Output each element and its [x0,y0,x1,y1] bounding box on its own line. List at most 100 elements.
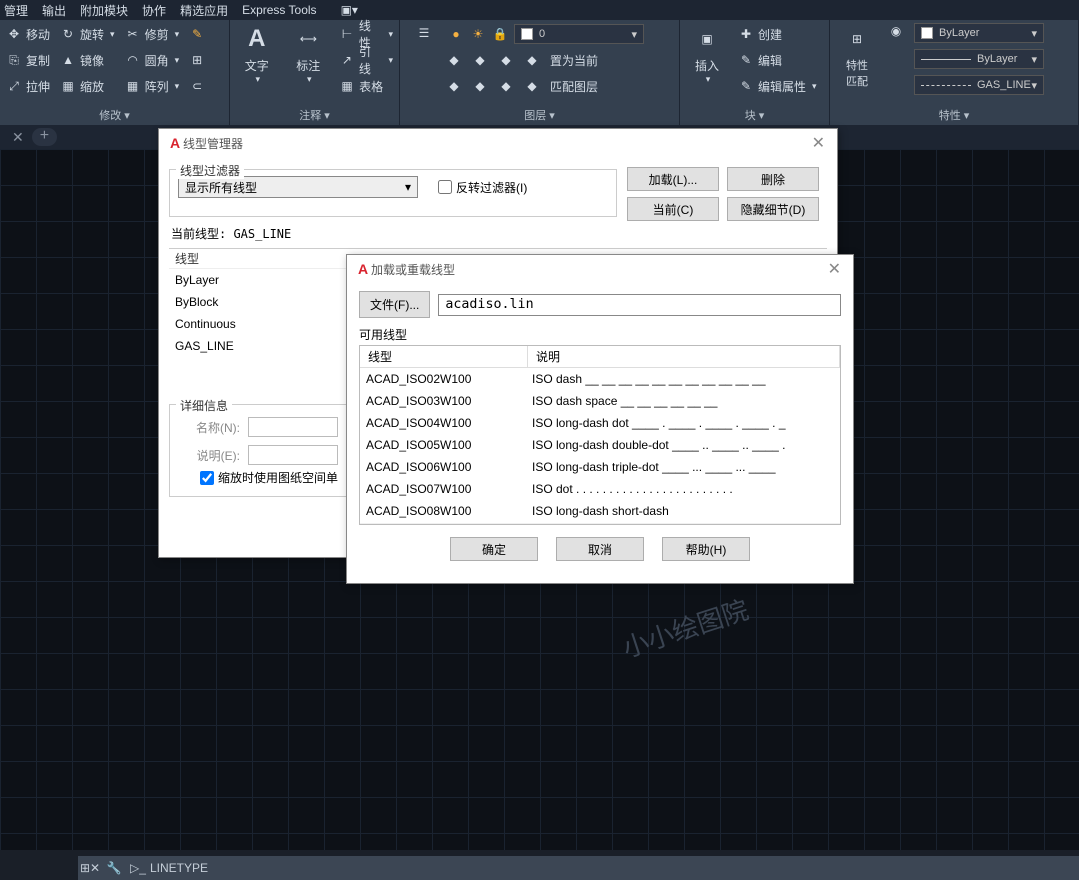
layer-tool-icon[interactable]: ◆ [446,78,462,94]
layer-on-icon[interactable]: ● [448,26,464,42]
layer-tool-icon[interactable]: ◆ [498,78,514,94]
make-current-button[interactable]: 置为当前 [550,52,598,69]
array-button[interactable]: ▦阵列▾ [125,75,180,97]
trim-button[interactable]: ✂修剪▾ [125,23,180,45]
table-row[interactable]: ACAD_ISO05W100ISO long-dash double-dot _… [360,434,840,456]
close-icon[interactable]: ✕ [808,133,829,153]
copy-button[interactable]: ⎘复制 [6,49,50,71]
name-label: 名称(N): [180,419,240,436]
match-layer-button[interactable]: 匹配图层 [550,78,598,95]
layer-tool-icon[interactable]: ◆ [524,52,540,68]
menu-item[interactable]: 附加模块 [80,2,128,19]
dimension-button[interactable]: ⟷ 标注▾ [288,23,330,85]
panel-title-block[interactable]: 块 ▾ [686,105,823,125]
insert-button[interactable]: ▣ 插入▾ [686,23,728,85]
table-row[interactable]: ACAD_ISO02W100ISO dash __ __ __ __ __ __… [360,368,840,390]
props-icon[interactable]: ◉ [888,23,904,39]
mirror-button[interactable]: ▲镜像 [60,49,115,71]
fillet-button[interactable]: ◠圆角▾ [125,49,180,71]
panel-title-modify[interactable]: 修改 ▾ [6,105,223,125]
load-linetype-dialog: A 加载或重载线型 ✕ 文件(F)... 可用线型 线型 说明 ACAD_ISO… [346,254,854,584]
leader-button[interactable]: ↗引线▾ [339,49,393,71]
menu-item[interactable]: 输出 [42,2,66,19]
menu-expand-icon[interactable]: ▣▾ [341,3,358,17]
app-logo-icon: A [355,261,371,277]
panel-title-props[interactable]: 特性 ▾ [836,105,1072,125]
stretch-button[interactable]: ⤢拉伸 [6,75,50,97]
scale-button[interactable]: ▦缩放 [60,75,115,97]
text-button[interactable]: A 文字▾ [236,23,278,85]
menu-item[interactable]: 管理 [4,2,28,19]
table-row[interactable]: ACAD_ISO06W100ISO long-dash triple-dot _… [360,456,840,478]
menu-item[interactable]: Express Tools [242,3,316,17]
menu-bar: 管理 输出 附加模块 协作 精选应用 Express Tools ▣▾ [0,0,1079,20]
offset-icon[interactable]: ⊂ [189,75,205,97]
available-label: 可用线型 [347,326,853,343]
table-row[interactable]: ACAD_ISO07W100ISO dot . . . . . . . . . … [360,478,840,500]
current-linetype-label: 当前线型: GAS_LINE [159,221,837,246]
load-button[interactable]: 加载(L)... [627,167,719,191]
linear-dim-button[interactable]: ⊢线性▾ [339,23,393,45]
cmd-close-icon[interactable]: ⊞✕ [78,861,102,875]
dialog-titlebar[interactable]: A 加载或重载线型 ✕ [347,255,853,283]
zoom-checkbox[interactable]: 缩放时使用图纸空间单 [200,469,338,486]
file-field[interactable] [438,294,841,316]
layer-tool-icon[interactable]: ◆ [446,52,462,68]
name-field[interactable] [248,417,338,437]
dialog-titlebar[interactable]: A 线型管理器 ✕ [159,129,837,157]
table-body[interactable]: ACAD_ISO02W100ISO dash __ __ __ __ __ __… [360,368,840,523]
invert-filter-checkbox[interactable]: 反转过滤器(I) [438,179,527,196]
hide-details-button[interactable]: 隐藏细节(D) [727,197,819,221]
table-row[interactable]: ACAD_ISO04W100ISO long-dash dot ____ . _… [360,412,840,434]
erase-icon[interactable]: ✎ [189,23,205,45]
layer-props-button[interactable]: ☰ [406,17,442,51]
close-tab-icon[interactable]: ✕ [4,129,32,146]
cmd-customize-icon[interactable]: 🔧 [102,861,126,875]
close-icon[interactable]: ✕ [824,259,845,279]
command-input[interactable] [150,861,1079,875]
menu-item[interactable]: 协作 [142,2,166,19]
horizontal-scrollbar[interactable]: ◀▶ [360,523,840,525]
table-row[interactable]: ACAD_ISO08W100ISO long-dash short-dash [360,500,840,522]
details-group-label: 详细信息 [176,397,232,414]
color-combo[interactable]: ByLayer▾ [914,23,1044,43]
current-button[interactable]: 当前(C) [627,197,719,221]
layer-tool-icon[interactable]: ◆ [498,52,514,68]
help-button[interactable]: 帮助(H) [662,537,750,561]
panel-title-annot[interactable]: 注释 ▾ [236,105,393,125]
layer-combo[interactable]: 0▾ [514,24,644,44]
linetype-combo[interactable]: GAS_LINE▾ [914,75,1044,95]
edit-attr-button[interactable]: ✎编辑属性▾ [738,75,817,97]
col-header-name[interactable]: 线型 [360,346,528,367]
file-button[interactable]: 文件(F)... [359,291,430,318]
command-bar: ⊞✕ 🔧 ▷_ [78,856,1079,880]
dialog-title: 线型管理器 [183,135,808,152]
app-logo-icon: A [167,135,183,151]
filter-select[interactable]: 显示所有线型▾ [178,176,418,198]
layer-lock-icon[interactable]: 🔒 [492,26,508,42]
delete-button[interactable]: 删除 [727,167,819,191]
ok-button[interactable]: 确定 [450,537,538,561]
desc-field[interactable] [248,445,338,465]
explode-icon[interactable]: ⊞ [189,49,205,71]
table-row[interactable]: ACAD_ISO03W100ISO dash space __ __ __ __… [360,390,840,412]
move-button[interactable]: ✥移动 [6,23,50,45]
rotate-button[interactable]: ↻旋转▾ [60,23,115,45]
cancel-button[interactable]: 取消 [556,537,644,561]
layer-tool-icon[interactable]: ◆ [472,78,488,94]
layer-tool-icon[interactable]: ◆ [524,78,540,94]
filter-group-label: 线型过滤器 [176,162,244,179]
table-button[interactable]: ▦表格 [339,75,393,97]
edit-block-button[interactable]: ✎编辑 [738,49,817,71]
dialog-title: 加载或重载线型 [371,261,824,278]
layer-freeze-icon[interactable]: ☀ [470,26,486,42]
lineweight-combo[interactable]: ByLayer▾ [914,49,1044,69]
create-block-button[interactable]: ✚创建 [738,23,817,45]
new-tab-icon[interactable]: + [32,128,57,146]
menu-item[interactable]: 精选应用 [180,2,228,19]
cmd-prompt-icon: ▷_ [126,861,150,875]
panel-title-layer[interactable]: 图层 ▾ [406,105,673,125]
match-props-button[interactable]: ⊞ 特性匹配 [836,23,878,89]
layer-tool-icon[interactable]: ◆ [472,52,488,68]
col-header-desc[interactable]: 说明 [528,346,840,367]
